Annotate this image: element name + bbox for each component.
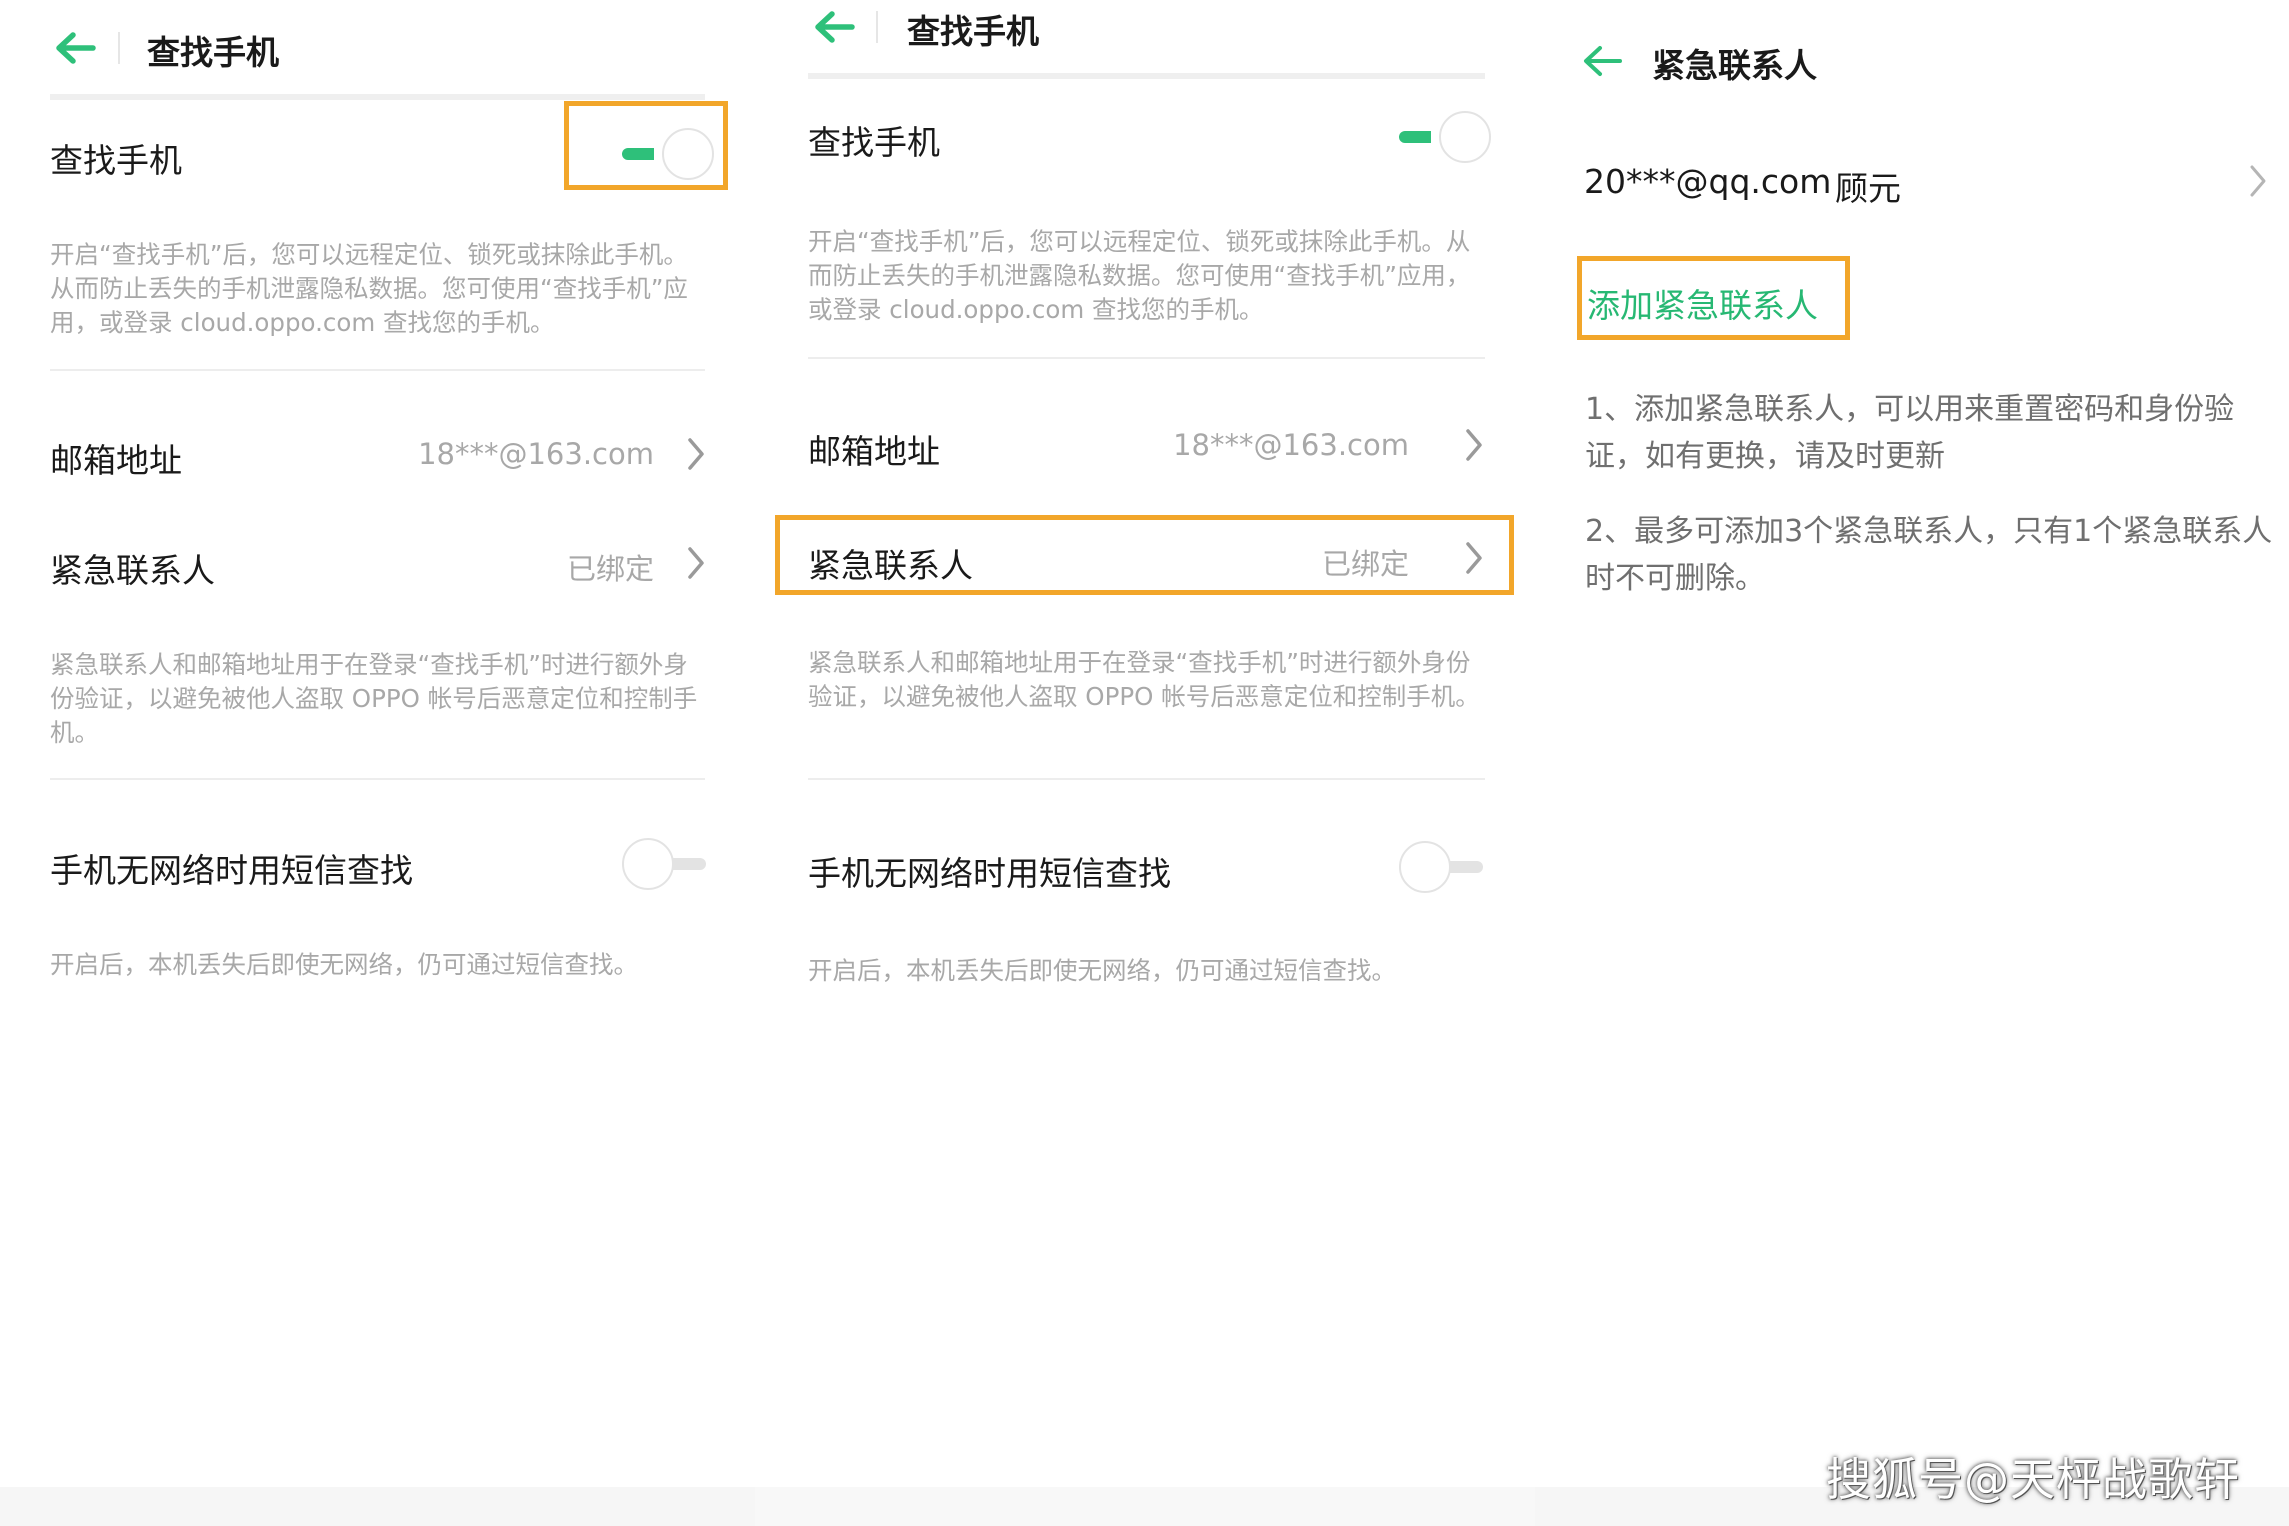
emergency-row-highlight-box	[775, 515, 1514, 595]
add-contact-highlight-box	[1577, 256, 1850, 340]
find-phone-description: 开启“查找手机”后，您可以远程定位、锁死或抹除此手机。从而防止丢失的手机泄露隐私…	[808, 227, 1471, 324]
page-title: 紧急联系人	[1652, 46, 1817, 85]
emergency-contact-status: 已绑定	[566, 552, 654, 586]
sms-find-toggle[interactable]	[622, 838, 714, 890]
contact-email[interactable]: 20***@qq.com	[1584, 162, 1831, 201]
find-phone-screen-1: 查找手机 查找手机 开启“查找手机”后，您可以远程定位、锁死或抹除此手机。从而防…	[0, 0, 755, 1526]
sms-find-toggle[interactable]	[1399, 841, 1491, 893]
sms-find-label: 手机无网络时用短信查找	[808, 854, 1171, 893]
contact-name[interactable]: 顾元	[1835, 162, 1901, 210]
header-divider	[50, 94, 705, 100]
email-label[interactable]: 邮箱地址	[50, 434, 182, 482]
email-value: 18***@163.com	[1173, 428, 1409, 462]
section-divider	[50, 778, 705, 780]
section-divider	[808, 778, 1485, 780]
email-value: 18***@163.com	[418, 437, 654, 471]
header-divider	[808, 73, 1485, 79]
chevron-right-icon[interactable]	[2248, 164, 2268, 198]
back-arrow-icon[interactable]	[812, 9, 856, 45]
nav-bar-strip	[755, 1487, 1535, 1526]
find-phone-label: 查找手机	[50, 141, 182, 180]
email-label[interactable]: 邮箱地址	[808, 425, 940, 473]
section-divider	[808, 357, 1485, 359]
emergency-contact-label[interactable]: 紧急联系人	[50, 544, 215, 592]
emergency-note-2: 2、最多可添加3个紧急联系人，只有1个紧急联系人时不可删除。	[1585, 514, 2273, 596]
emergency-note-1: 1、添加紧急联系人，可以用来重置密码和身份验证，如有更换，请及时更新	[1585, 392, 2235, 474]
find-phone-description: 开启“查找手机”后，您可以远程定位、锁死或抹除此手机。从而防止丢失的手机泄露隐私…	[50, 240, 688, 337]
page-title: 查找手机	[907, 12, 1039, 51]
sms-find-description: 开启后，本机丢失后即使无网络，仍可通过短信查找。	[50, 950, 638, 979]
title-separator	[118, 32, 120, 64]
page-title: 查找手机	[147, 33, 279, 72]
find-phone-label: 查找手机	[808, 123, 940, 162]
toggle-knob	[1439, 111, 1491, 163]
watermark-text: 搜狐号@天枰战歌轩	[1826, 1453, 2241, 1506]
toggle-knob	[1399, 841, 1451, 893]
title-separator	[876, 11, 878, 43]
nav-bar-strip	[0, 1487, 755, 1526]
emergency-contact-description: 紧急联系人和邮箱地址用于在登录“查找手机”时进行额外身份验证，以避免被他人盗取 …	[808, 648, 1480, 711]
find-phone-screen-2: 查找手机 查找手机 开启“查找手机”后，您可以远程定位、锁死或抹除此手机。从而防…	[755, 0, 1535, 1526]
sms-find-label: 手机无网络时用短信查找	[50, 851, 413, 890]
toggle-knob	[622, 838, 674, 890]
chevron-right-icon[interactable]	[1464, 428, 1484, 462]
sms-find-description: 开启后，本机丢失后即使无网络，仍可通过短信查找。	[808, 956, 1396, 985]
emergency-contact-description: 紧急联系人和邮箱地址用于在登录“查找手机”时进行额外身份验证，以避免被他人盗取 …	[50, 650, 698, 747]
back-arrow-icon[interactable]	[1580, 43, 1624, 79]
chevron-right-icon[interactable]	[686, 546, 706, 580]
back-arrow-icon[interactable]	[53, 30, 97, 66]
section-divider	[50, 369, 705, 371]
toggle-highlight-box	[564, 101, 728, 190]
chevron-right-icon[interactable]	[686, 437, 706, 471]
find-phone-toggle[interactable]	[1399, 111, 1491, 163]
emergency-contact-screen: 紧急联系人 20***@qq.com 顾元 添加紧急联系人 1、添加紧急联系人，…	[1535, 0, 2289, 1526]
